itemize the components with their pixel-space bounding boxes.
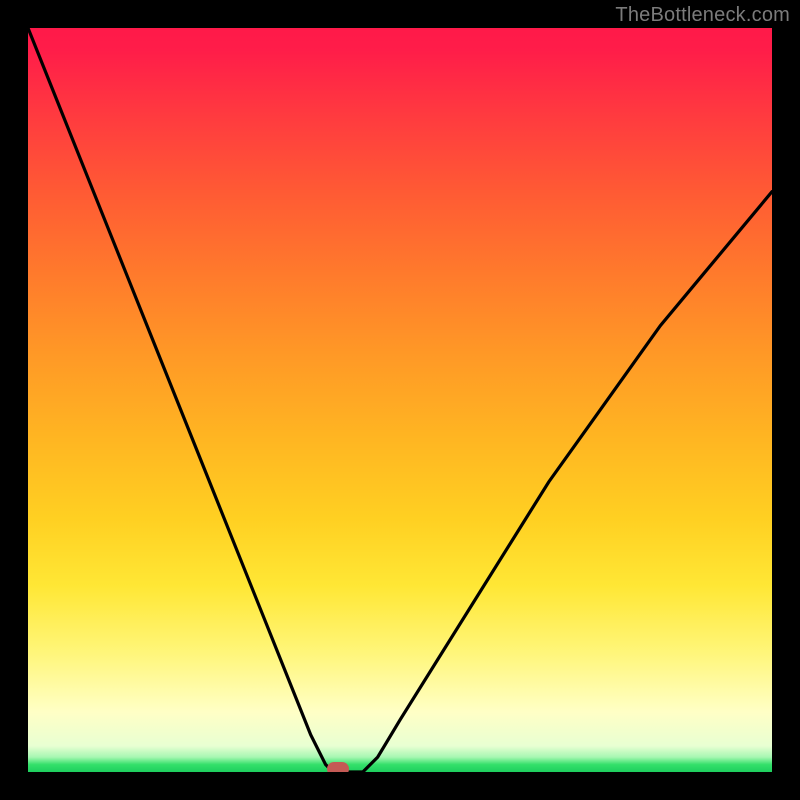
- plot-area: [28, 28, 772, 772]
- bottleneck-curve: [28, 28, 772, 772]
- optimal-point-marker: [327, 762, 349, 772]
- chart-frame: TheBottleneck.com: [0, 0, 800, 800]
- watermark-label: TheBottleneck.com: [615, 4, 790, 27]
